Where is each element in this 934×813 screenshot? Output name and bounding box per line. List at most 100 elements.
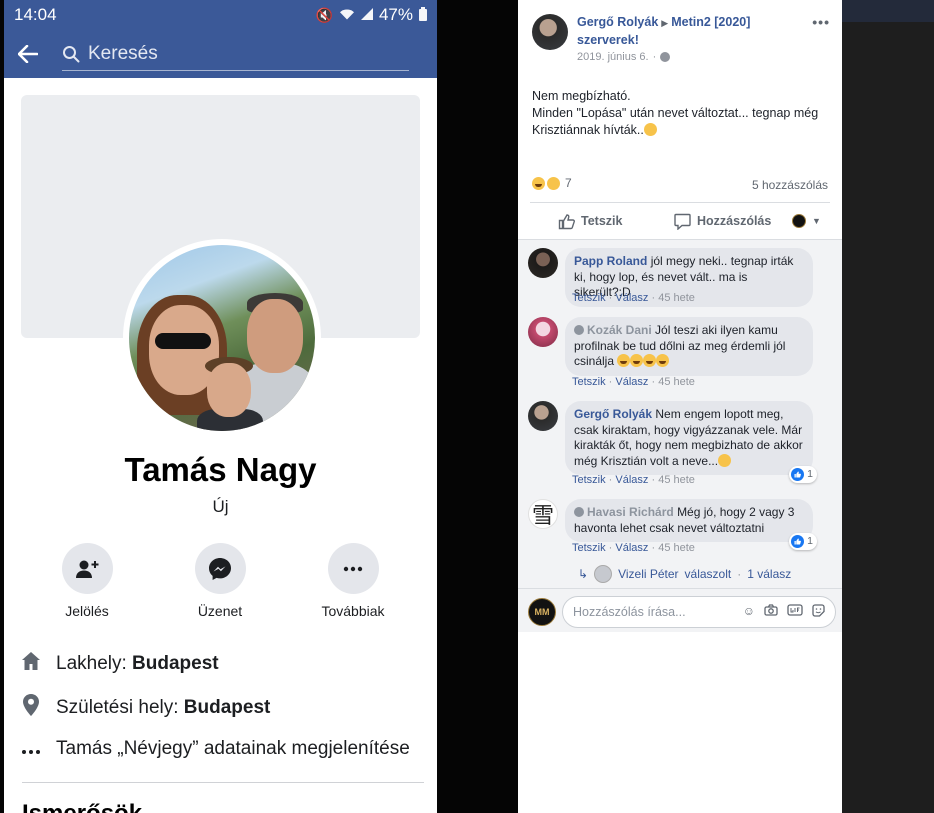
comment-time[interactable]: 45 hete [658, 474, 695, 486]
view-replies-link[interactable]: ↳ Vizeli Péter válaszolt · 1 válasz [578, 565, 791, 583]
post-text-line-2: Minden "Lopása" után nevet változtat... … [532, 106, 819, 137]
birthplace-value: Budapest [183, 697, 271, 718]
comment-author[interactable]: Gergő Rolyák [574, 407, 652, 421]
status-bar: 14:04 🔇 47% [4, 0, 437, 30]
commenter-avatar[interactable] [528, 317, 558, 347]
replier-name: Vizeli Péter [618, 567, 679, 581]
message-label: Üzenet [197, 603, 243, 619]
comment-button[interactable]: Hozzászólás [674, 213, 771, 230]
own-avatar[interactable]: MM [528, 598, 556, 626]
react-as-selector[interactable]: ▼ [792, 214, 821, 228]
post-options-icon[interactable]: ••• [812, 14, 830, 63]
more-label: Továbbiak [321, 603, 385, 619]
post-author-link[interactable]: Gergő Rolyák [577, 15, 658, 29]
comment-reply-link[interactable]: Válasz [615, 376, 648, 388]
grinning-emoji-icon [643, 123, 657, 136]
haha-reaction-icon [532, 176, 545, 190]
replier-avatar [594, 565, 613, 583]
add-friend-label: Jelölés [65, 603, 109, 619]
post-text-line-1: Nem megbízható. [532, 89, 631, 103]
emoji-picker-icon[interactable]: ☺ [743, 604, 755, 620]
comment-item: Kozák Dani Jól teszi aki ilyen kamu prof… [528, 317, 813, 376]
comment-author[interactable]: Havasi Richárd [587, 505, 674, 519]
sad-reaction-icon [547, 176, 560, 190]
verified-badge-icon [574, 507, 584, 517]
comment-bubble: Kozák Dani Jól teszi aki ilyen kamu prof… [565, 317, 813, 376]
comment-reply-link[interactable]: Válasz [615, 542, 648, 554]
screenshot-stage: 14:04 🔇 47% Keresés Tamás Nagy Új Jelölé… [0, 0, 934, 813]
search-icon [63, 45, 80, 62]
comment-bubble: Havasi Richárd Még jó, hogy 2 vagy 3 hav… [565, 499, 817, 550]
status-icons: 🔇 47% [316, 5, 427, 25]
comment-bubble-icon [674, 213, 691, 230]
divider [518, 588, 842, 589]
comment-count[interactable]: 5 hozzászólás [752, 178, 828, 192]
comment-time[interactable]: 45 hete [658, 376, 695, 388]
wifi-icon [339, 7, 355, 23]
like-button[interactable]: Tetszik [558, 213, 622, 230]
sticker-icon[interactable] [812, 604, 825, 620]
comment-label: Hozzászólás [697, 214, 772, 228]
reaction-count: 7 [565, 176, 572, 190]
comment-like-link[interactable]: Tetszik [572, 292, 606, 304]
post-author-avatar[interactable] [532, 14, 568, 50]
commenter-avatar[interactable] [528, 248, 558, 278]
about-link-row[interactable]: Tamás „Névjegy” adatainak megjelenítése [20, 737, 410, 760]
ellipsis-icon [20, 737, 42, 760]
add-friend-icon [61, 543, 113, 594]
residence-value: Budapest [132, 653, 219, 674]
comment-reply-link[interactable]: Válasz [615, 474, 648, 486]
commenter-avatar[interactable]: 雪 [528, 499, 558, 529]
replied-verb: válaszolt [684, 567, 732, 581]
post-date[interactable]: 2019. június 6. [577, 51, 649, 63]
profile-subtitle: Új [212, 497, 229, 516]
comment-actions: Tetszik · Válasz · 45 hete [572, 474, 695, 486]
post-title: Gergő Rolyák ▶ Metin2 [2020] szerverek! [577, 14, 812, 49]
comment-reply-link[interactable]: Válasz [615, 292, 648, 304]
reply-arrow-icon: ↳ [578, 567, 589, 581]
empty-area [518, 632, 842, 813]
comment-input-placeholder: Hozzászólás írása... [573, 605, 686, 619]
comment-like-link[interactable]: Tetszik [572, 376, 606, 388]
profile-picture[interactable] [123, 239, 321, 437]
comment-item: 雪 Havasi Richárd Még jó, hogy 2 vagy 3 h… [528, 499, 817, 550]
reply-count: 1 válasz [747, 567, 792, 581]
reaction-summary[interactable]: 7 [532, 176, 572, 190]
comment-actions: Tetszik · Válasz · 45 hete [572, 376, 695, 388]
home-icon [20, 651, 42, 677]
message-button[interactable]: Üzenet [165, 543, 275, 619]
search-placeholder: Keresés [88, 42, 158, 64]
facebook-post: Gergő Rolyák ▶ Metin2 [2020] szerverek! 20… [518, 0, 842, 813]
comment-author[interactable]: Kozák Dani [587, 323, 652, 337]
comment-reaction-count: 1 [807, 467, 813, 480]
comment-reaction-chip[interactable]: 1 [789, 465, 817, 483]
group-arrow-icon: ▶ [661, 18, 669, 28]
back-arrow-icon[interactable] [17, 39, 62, 70]
comment-item: Gergő Rolyák Nem engem lopott meg, csak … [528, 401, 817, 483]
laughing-emojis-icon [617, 354, 670, 368]
more-button[interactable]: Továbbiak [298, 543, 408, 619]
battery-icon [419, 6, 427, 24]
comment-bubble: Gergő Rolyák Nem engem lopott meg, csak … [565, 401, 817, 483]
about-link-text: Tamás „Névjegy” adatainak megjelenítése [56, 737, 410, 759]
status-time: 14:04 [14, 5, 57, 24]
battery-percent: 47% [378, 5, 413, 24]
friends-heading: Ismerősök [22, 800, 142, 813]
birthplace-row: Születési hely: Budapest [20, 694, 270, 722]
audience-globe-icon[interactable] [660, 52, 671, 62]
gif-icon[interactable] [787, 604, 803, 620]
comment-like-link[interactable]: Tetszik [572, 542, 606, 554]
profile-name: Tamás Nagy [124, 451, 317, 488]
comment-like-link[interactable]: Tetszik [572, 474, 606, 486]
search-input[interactable]: Keresés [62, 37, 409, 71]
residence-label: Lakhely: [56, 653, 133, 674]
signal-icon [360, 7, 373, 23]
comment-input[interactable]: Hozzászólás írása... ☺ [562, 596, 836, 628]
comment-time[interactable]: 45 hete [658, 542, 695, 554]
comment-reaction-chip[interactable]: 1 [789, 532, 817, 550]
add-friend-button[interactable]: Jelölés [32, 543, 142, 619]
camera-icon[interactable] [764, 604, 778, 620]
comment-time[interactable]: 45 hete [658, 292, 695, 304]
comment-author[interactable]: Papp Roland [574, 254, 647, 268]
commenter-avatar[interactable] [528, 401, 558, 431]
